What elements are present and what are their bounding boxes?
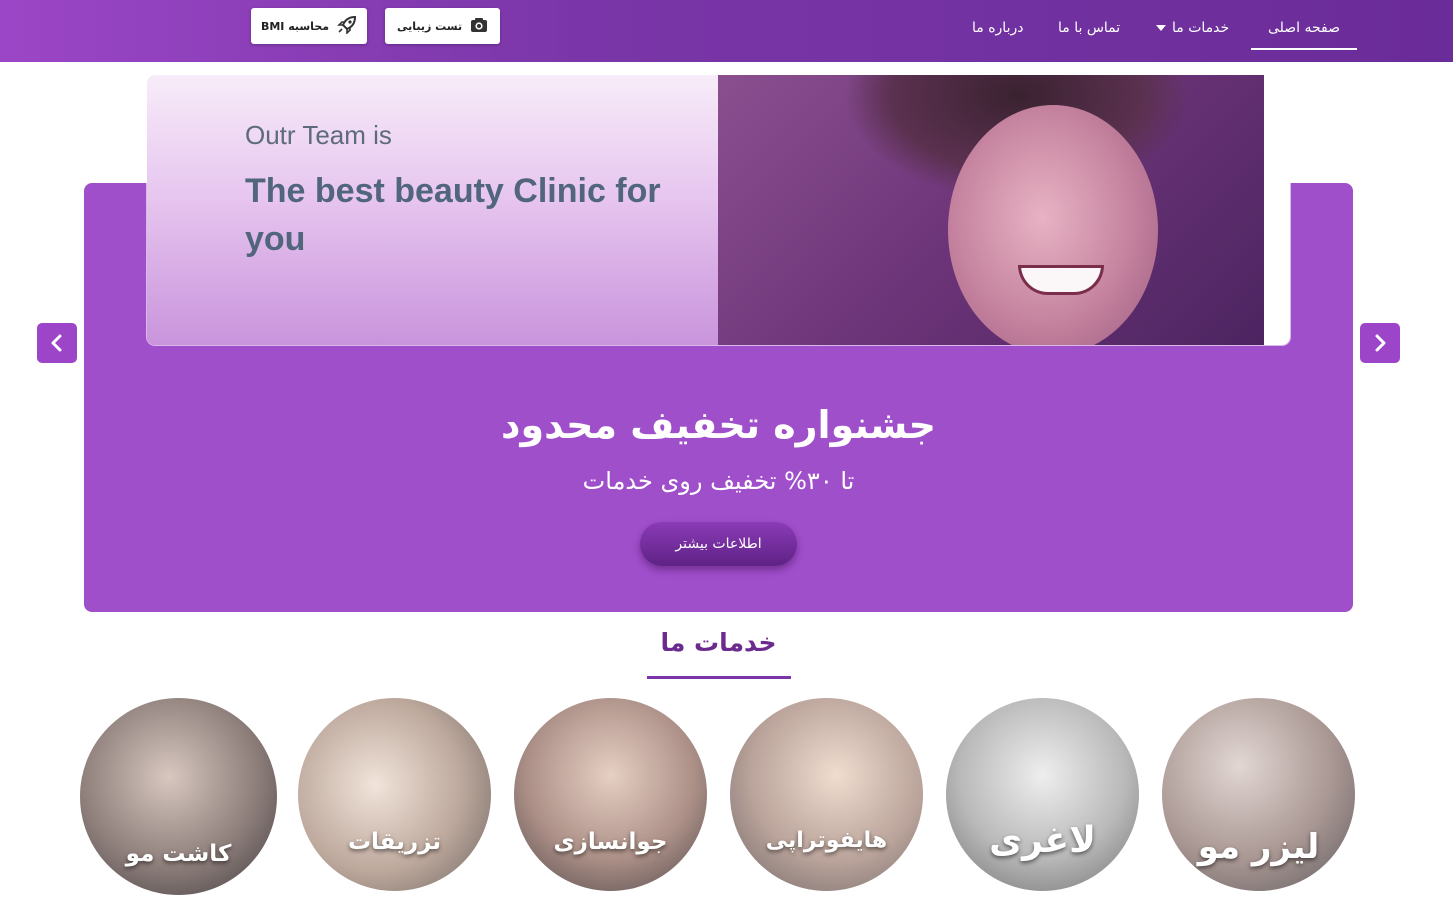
service-injections[interactable]: تزریقات [298,698,491,891]
service-hair-transplant[interactable]: کاشت مو [80,698,277,895]
top-navigation-bar: صفحه اصلی خدمات ما تماس با ما درباره ما … [0,0,1453,62]
beauty-test-label: تست زیبایی [396,19,463,33]
service-slimming[interactable]: لاغری [946,698,1139,891]
slider-prev-button[interactable] [37,323,77,363]
rocket-icon [337,15,357,37]
nav-services[interactable]: خدمات ما [1156,18,1229,42]
banner-edge [1264,75,1290,345]
beauty-test-button[interactable]: تست زیبایی [385,8,500,44]
service-label: جوانسازی [553,829,668,855]
bmi-label: محاسبه BMI [260,19,330,33]
nav-contact[interactable]: تماس با ما [1058,18,1120,42]
hero-banner[interactable]: Outr Team is The best beauty Clinic for … [147,75,1290,345]
service-label: تزریقات [347,829,442,855]
slider-next-button[interactable] [1360,323,1400,363]
nav-services-label: خدمات ما [1172,20,1230,36]
service-rejuvenation[interactable]: جوانسازی [514,698,707,891]
service-label: لاغری [989,820,1096,861]
service-label: کاشت مو [125,841,232,867]
chevron-right-icon [1375,334,1386,352]
service-laser-hair[interactable]: لیزر مو [1162,698,1355,891]
services-heading-underline [647,676,791,679]
face-shape [948,105,1158,345]
camera-icon [470,17,488,36]
service-label: هایفوتراپی [765,828,888,853]
service-label: لیزر مو [1197,827,1320,867]
more-info-button[interactable]: اطلاعات بیشتر [640,522,797,566]
banner-headline: The best beauty Clinic for you [245,172,661,258]
banner-tagline: Outr Team is [245,120,392,150]
service-hifu[interactable]: هایفوتراپی [730,698,923,891]
bmi-calculator-button[interactable]: محاسبه BMI [251,8,367,44]
hero-title: جشنواره تخفیف محدود [501,403,936,447]
nav-home[interactable]: صفحه اصلی [1251,18,1357,50]
woman-smiling-photo [718,75,1264,345]
nav-about[interactable]: درباره ما [972,18,1023,42]
hero-subtitle: تا ۳۰% تخفیف روی خدمات [582,467,855,495]
chevron-left-icon [51,334,62,352]
chevron-down-icon [1156,25,1166,31]
services-heading: خدمات ما [660,628,777,657]
